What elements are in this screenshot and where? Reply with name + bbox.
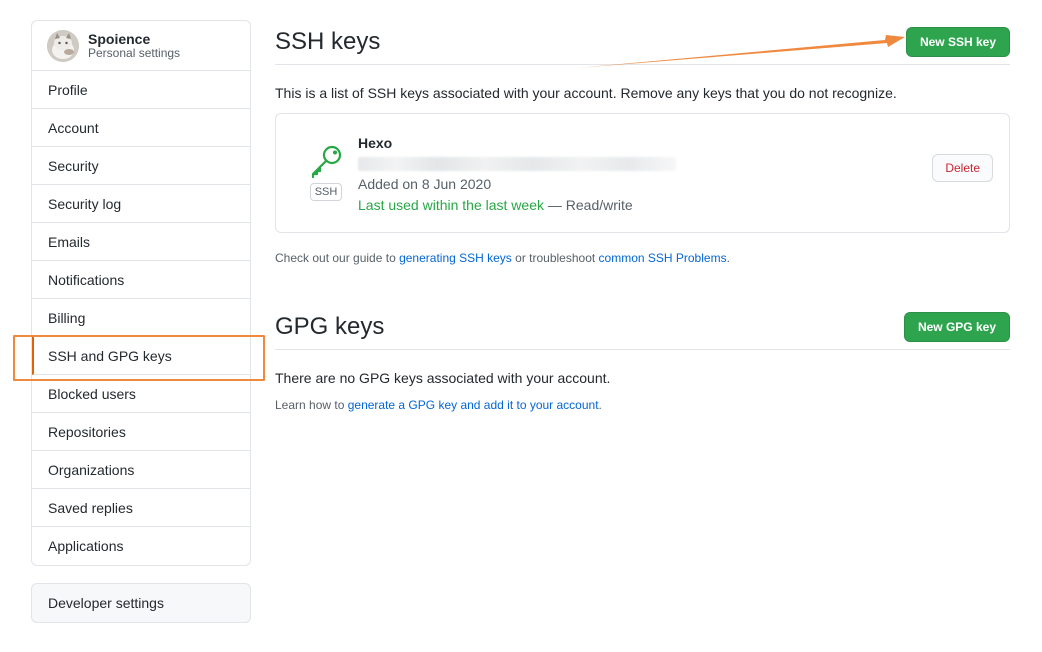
settings-menu: Spoience Personal settings Profile Accoun…	[31, 20, 251, 566]
sidebar-item-developer-settings[interactable]: Developer settings	[32, 584, 250, 622]
sidebar-item-repositories[interactable]: Repositories	[32, 413, 250, 451]
key-access: — Read/write	[547, 197, 633, 214]
ssh-description: This is a list of SSH keys associated wi…	[275, 85, 897, 101]
sidebar-item-billing[interactable]: Billing	[32, 299, 250, 337]
gpg-title: GPG keys	[275, 313, 385, 340]
ssh-key-item: SSH Hexo Added on 8 Jun 2020 Last used w…	[275, 113, 1010, 233]
ssh-badge: SSH	[309, 183, 343, 201]
sidebar-item-emails[interactable]: Emails	[32, 223, 250, 261]
key-last-used: Last used within the last week — Read/wr…	[358, 196, 676, 216]
new-ssh-key-button[interactable]: New SSH key	[905, 27, 1010, 57]
user-header[interactable]: Spoience Personal settings	[32, 21, 250, 71]
guide-suffix: .	[726, 251, 730, 265]
gpg-learn-text: Learn how to generate a GPG key and add …	[275, 398, 1010, 412]
avatar[interactable]	[47, 29, 79, 62]
key-icon-block: SSH	[306, 144, 346, 201]
key-last-used-text: Last used within the last week	[358, 197, 544, 214]
key-title: Hexo	[358, 135, 393, 151]
sidebar-item-applications[interactable]: Applications	[32, 527, 250, 565]
ssh-title: SSH keys	[275, 28, 381, 55]
key-fingerprint-redacted	[358, 156, 676, 171]
delete-key-button[interactable]: Delete	[932, 154, 993, 182]
generating-ssh-keys-link[interactable]: generating SSH keys	[399, 251, 512, 265]
guide-prefix: Check out our guide to	[275, 251, 400, 265]
settings-sidebar: Spoience Personal settings Profile Accoun…	[31, 20, 251, 623]
sidebar-item-security-log[interactable]: Security log	[32, 185, 250, 223]
annotation-arrow	[577, 35, 905, 68]
learn-suffix: .	[598, 398, 602, 412]
key-added-date: Added on 8 Jun 2020	[358, 175, 492, 192]
user-subtitle: Personal settings	[88, 45, 181, 60]
gpg-empty-text: There are no GPG keys associated with yo…	[275, 370, 611, 386]
sidebar-item-saved-replies[interactable]: Saved replies	[32, 489, 250, 527]
gpg-subhead: GPG keys New GPG key	[275, 305, 1010, 350]
common-ssh-problems-link[interactable]: common SSH Problems	[599, 251, 727, 265]
annotation-highlight-box	[13, 335, 265, 381]
sidebar-item-account[interactable]: Account	[32, 109, 250, 147]
user-name[interactable]: Spoience	[88, 31, 180, 47]
learn-prefix: Learn how to	[275, 398, 348, 412]
new-gpg-key-button[interactable]: New GPG key	[903, 312, 1010, 342]
sidebar-item-notifications[interactable]: Notifications	[32, 261, 250, 299]
sidebar-item-organizations[interactable]: Organizations	[32, 451, 250, 489]
guide-middle: or troubleshoot	[511, 251, 599, 265]
sidebar-item-security[interactable]: Security	[32, 147, 250, 185]
ssh-guide-text: Check out our guide to generating SSH ke…	[275, 251, 1010, 265]
generate-gpg-key-link[interactable]: generate a GPG key and add it to your ac…	[348, 398, 599, 412]
main-content: SSH keys New SSH key This is a list of S…	[275, 20, 1010, 412]
developer-menu: Developer settings	[31, 583, 251, 623]
key-icon	[308, 145, 344, 181]
sidebar-item-profile[interactable]: Profile	[32, 71, 250, 109]
